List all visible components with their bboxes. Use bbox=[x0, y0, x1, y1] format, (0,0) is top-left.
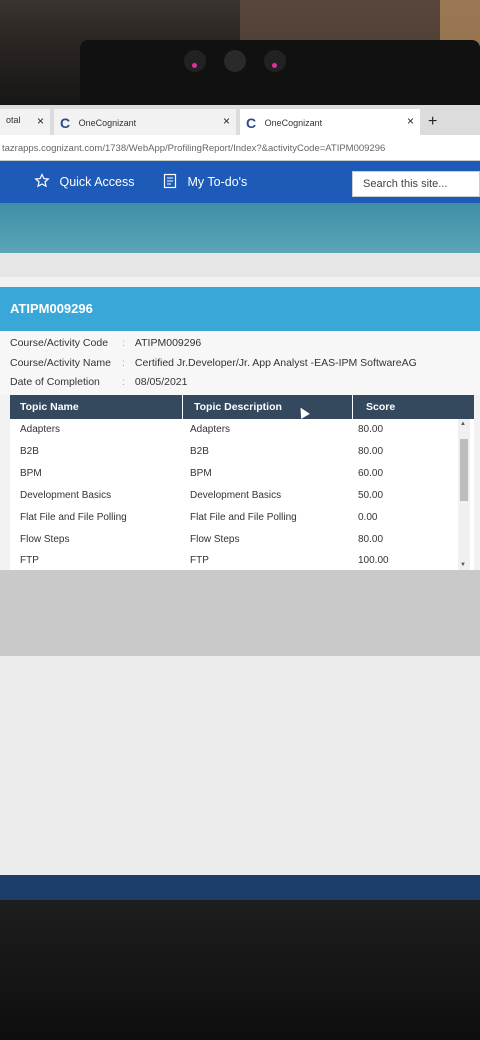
table-row[interactable]: Flat File and File Polling Flat File and… bbox=[10, 507, 462, 529]
cell-topic-description: B2B bbox=[190, 446, 209, 457]
webcam-lens-center bbox=[224, 50, 246, 72]
star-icon bbox=[34, 173, 50, 188]
table-scrollbar[interactable]: ▲ ▼ bbox=[458, 419, 470, 570]
cognizant-logo-icon: C bbox=[246, 115, 257, 131]
page-empty-area bbox=[0, 656, 480, 880]
cell-topic-description: FTP bbox=[190, 555, 209, 566]
tab-bar: otal × C OneCognizant × C OneCognizant ×… bbox=[0, 105, 480, 135]
webcam-indicator bbox=[272, 63, 277, 68]
table-row[interactable]: B2B B2B 80.00 bbox=[10, 441, 462, 463]
footer-band bbox=[0, 570, 480, 656]
cell-topic-name: B2B bbox=[20, 446, 39, 457]
detail-key: Date of Completion bbox=[10, 376, 100, 388]
detail-row: Date of Completion:08/05/2021 bbox=[10, 376, 188, 388]
close-tab-icon[interactable]: × bbox=[223, 114, 230, 128]
cell-score: 80.00 bbox=[358, 424, 384, 435]
column-header-score[interactable]: Score bbox=[366, 401, 395, 413]
cell-topic-description: Development Basics bbox=[190, 490, 282, 501]
browser-screen: otal × C OneCognizant × C OneCognizant ×… bbox=[0, 105, 480, 900]
cell-topic-description: BPM bbox=[190, 468, 212, 479]
table-header: Topic Name Topic Description Score bbox=[10, 395, 474, 419]
table-row[interactable]: Development Basics Development Basics 50… bbox=[10, 485, 462, 507]
column-header-topic-name[interactable]: Topic Name bbox=[20, 401, 79, 413]
scroll-up-icon[interactable]: ▲ bbox=[460, 421, 466, 427]
quick-access-link[interactable]: Quick Access bbox=[34, 173, 135, 189]
room-background-bottom bbox=[0, 900, 480, 1040]
cell-topic-description: Flow Steps bbox=[190, 534, 240, 545]
address-bar[interactable]: tazrapps.cognizant.com/1738/WebApp/Profi… bbox=[0, 135, 480, 161]
cell-score: 80.00 bbox=[358, 534, 384, 545]
detail-value: ATIPM009296 bbox=[134, 337, 202, 349]
detail-key: Course/Activity Code bbox=[10, 337, 109, 349]
column-header-topic-description[interactable]: Topic Description bbox=[194, 401, 282, 413]
cell-topic-name: BPM bbox=[20, 468, 42, 479]
tab-0[interactable]: otal × bbox=[0, 109, 50, 135]
table-row[interactable]: Adapters Adapters 80.00 bbox=[10, 419, 462, 441]
detail-value: 08/05/2021 bbox=[134, 376, 188, 388]
new-tab-button[interactable]: + bbox=[428, 113, 437, 131]
cognizant-logo-icon: C bbox=[60, 115, 71, 131]
close-tab-icon[interactable]: × bbox=[407, 114, 414, 128]
detail-row: Course/Activity Code: ATIPM009296 bbox=[10, 337, 202, 349]
detail-row: Course/Activity Name: Certified Jr.Develo… bbox=[10, 357, 417, 369]
cell-topic-name: FTP bbox=[20, 555, 39, 566]
my-todos-link[interactable]: My To-do's bbox=[162, 173, 247, 189]
taskbar bbox=[0, 875, 480, 900]
cell-score: 0.00 bbox=[358, 512, 378, 523]
cell-score: 50.00 bbox=[358, 490, 384, 501]
webcam-lens-left bbox=[184, 50, 206, 72]
cell-topic-description: Adapters bbox=[190, 424, 231, 435]
close-tab-icon[interactable]: × bbox=[37, 114, 44, 128]
my-todos-label: My To-do's bbox=[187, 175, 248, 189]
scroll-down-icon[interactable]: ▼ bbox=[460, 562, 466, 568]
quick-access-label: Quick Access bbox=[59, 175, 135, 189]
checklist-icon bbox=[163, 173, 177, 189]
activity-code-title: ATIPM009296 bbox=[10, 301, 93, 316]
cell-score: 60.00 bbox=[358, 468, 384, 479]
tab-label: otal bbox=[6, 115, 21, 125]
activity-details: Course/Activity Code: ATIPM009296 Course/… bbox=[0, 331, 480, 395]
activity-header: ATIPM009296 bbox=[0, 287, 480, 331]
scrollbar-thumb[interactable] bbox=[460, 439, 468, 501]
banner-spacer bbox=[0, 253, 480, 277]
cell-score: 80.00 bbox=[358, 446, 384, 457]
table-row[interactable]: Flow Steps Flow Steps 80.00 bbox=[10, 529, 462, 551]
detail-value: Certified Jr.Developer/Jr. App Analyst -… bbox=[134, 357, 417, 369]
cell-topic-description: Flat File and File Polling bbox=[190, 512, 297, 523]
tab-label: OneCognizant bbox=[78, 118, 137, 128]
cell-topic-name: Development Basics bbox=[20, 490, 112, 501]
table-row[interactable]: FTP FTP 100.00 bbox=[10, 550, 462, 572]
tab-1[interactable]: C OneCognizant × bbox=[54, 109, 236, 135]
detail-key: Course/Activity Name bbox=[10, 357, 111, 369]
webcam-lens-right bbox=[264, 50, 286, 72]
banner-band bbox=[0, 203, 480, 253]
tab-2-active[interactable]: C OneCognizant × bbox=[240, 109, 420, 135]
webcam-indicator bbox=[192, 63, 197, 68]
cell-topic-name: Flow Steps bbox=[20, 534, 70, 545]
site-search-input[interactable]: Search this site... bbox=[352, 171, 480, 197]
site-nav-bar: Quick Access My To-do's Search this site… bbox=[0, 161, 480, 203]
cell-score: 100.00 bbox=[358, 555, 389, 566]
cell-topic-name: Flat File and File Polling bbox=[20, 512, 127, 523]
cell-topic-name: Adapters bbox=[20, 424, 61, 435]
tab-label: OneCognizant bbox=[264, 118, 323, 128]
table-body: Adapters Adapters 80.00 B2B B2B 80.00 BP… bbox=[10, 419, 462, 570]
table-row[interactable]: BPM BPM 60.00 bbox=[10, 463, 462, 485]
score-table: Topic Name Topic Description Score Adapt… bbox=[10, 395, 474, 570]
